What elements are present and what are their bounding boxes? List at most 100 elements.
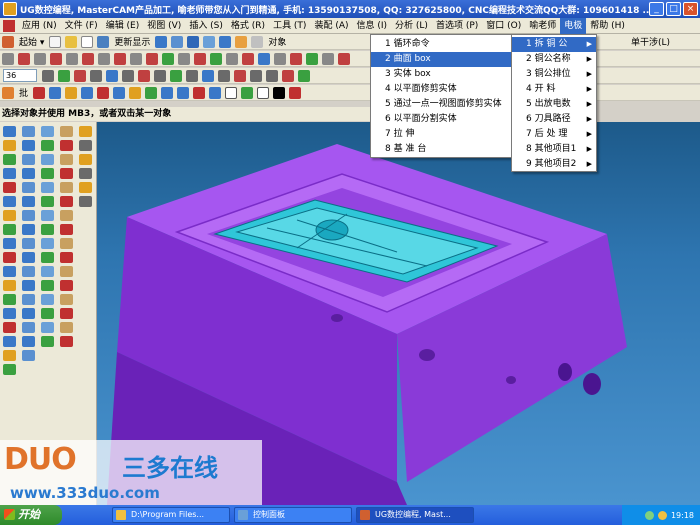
object-button[interactable]: 对象	[268, 35, 286, 48]
palette-through-curves-icon[interactable]	[41, 154, 54, 165]
palette-quilt-icon[interactable]	[41, 294, 54, 305]
pocket-icon[interactable]	[97, 86, 110, 99]
view-front-icon[interactable]	[187, 35, 200, 48]
palette-project-icon[interactable]	[60, 224, 73, 235]
palette-pocket-icon[interactable]	[22, 196, 35, 207]
shaded-icon[interactable]	[273, 86, 286, 99]
palette-edit-arc-icon[interactable]	[60, 308, 73, 319]
offset-curve-icon[interactable]	[146, 52, 158, 65]
open-folder-icon[interactable]	[65, 35, 78, 48]
tangent-icon[interactable]	[266, 69, 278, 82]
center-icon[interactable]	[106, 69, 118, 82]
menu-application[interactable]: 应用 (N)	[18, 18, 61, 34]
palette-wrap-icon[interactable]	[22, 336, 35, 347]
wireframe-icon[interactable]	[257, 86, 270, 99]
project-curve-icon[interactable]	[162, 52, 174, 65]
rectangle-icon[interactable]	[82, 52, 94, 65]
intersect-icon[interactable]	[274, 52, 286, 65]
palette-unite-icon[interactable]	[22, 252, 35, 263]
palette-spline-icon[interactable]	[60, 154, 73, 165]
body-icon[interactable]	[202, 69, 214, 82]
bridge-icon[interactable]	[178, 52, 190, 65]
extrude-icon[interactable]	[33, 86, 46, 99]
existing-point-icon[interactable]	[154, 69, 166, 82]
spline-icon[interactable]	[34, 52, 46, 65]
pad-icon[interactable]	[113, 86, 126, 99]
palette-swept-icon[interactable]	[41, 182, 54, 193]
hide-icon[interactable]	[289, 86, 302, 99]
menu-help[interactable]: 帮助 (H)	[586, 18, 629, 34]
extract-icon[interactable]	[258, 52, 270, 65]
line-icon[interactable]	[2, 52, 14, 65]
palette-boss-icon[interactable]	[22, 182, 35, 193]
fillet-icon[interactable]	[242, 52, 254, 65]
start-button[interactable]: 开始	[0, 505, 62, 525]
palette-join-curve-icon[interactable]	[60, 266, 73, 277]
select-filter-icon[interactable]	[42, 69, 54, 82]
submenu-item-electrode-layout[interactable]: 3 铜公排位 ▶	[512, 67, 596, 82]
batch-button[interactable]: 批	[19, 86, 28, 99]
palette-layer-icon[interactable]	[3, 140, 16, 151]
menu-preferences[interactable]: 首选项 (P)	[432, 18, 482, 34]
submenu-item-other-1[interactable]: 8 其他项目1 ▶	[512, 142, 596, 157]
menu-format[interactable]: 格式 (R)	[227, 18, 269, 34]
menu-window[interactable]: 窗口 (O)	[482, 18, 525, 34]
palette-mesh-icon[interactable]	[41, 168, 54, 179]
trim-curve-icon[interactable]	[194, 52, 206, 65]
endpoint-icon[interactable]	[74, 69, 86, 82]
palette-view-icon[interactable]	[3, 168, 16, 179]
chamfer-icon[interactable]	[177, 86, 190, 99]
palette-hole-icon[interactable]	[3, 182, 16, 193]
revolve-icon[interactable]	[49, 86, 62, 99]
arc-icon[interactable]	[18, 52, 30, 65]
isoparam-icon[interactable]	[306, 52, 318, 65]
box-icon[interactable]	[225, 86, 238, 99]
section-icon[interactable]	[290, 52, 302, 65]
view-iso-icon[interactable]	[171, 35, 184, 48]
maximize-button[interactable]: □	[666, 2, 681, 16]
palette-intersect-icon[interactable]	[22, 280, 35, 291]
palette-extension-icon[interactable]	[41, 238, 54, 249]
slot-icon[interactable]	[129, 86, 142, 99]
palette-sew-icon[interactable]	[3, 336, 16, 347]
scale-select[interactable]: 36	[3, 69, 37, 82]
submenu-item-material[interactable]: 4 开 料 ▶	[512, 82, 596, 97]
menu-item-loop-command[interactable]: 1 循环命令	[371, 37, 511, 52]
palette-subtract-icon[interactable]	[22, 266, 35, 277]
palette-bounded-plane-icon[interactable]	[41, 210, 54, 221]
palette-face-blend-icon[interactable]	[41, 252, 54, 263]
hole-icon[interactable]	[65, 86, 78, 99]
update-display-button[interactable]: 更新显示	[114, 35, 150, 48]
edit-icon[interactable]	[97, 35, 110, 48]
palette-replace-face-icon[interactable]	[41, 322, 54, 333]
palette-select-icon[interactable]	[3, 126, 16, 137]
face-icon[interactable]	[170, 69, 182, 82]
palette-patch-icon[interactable]	[3, 350, 16, 361]
palette-draft-icon[interactable]	[3, 280, 16, 291]
draft-icon[interactable]	[209, 86, 222, 99]
palette-measure-icon[interactable]	[79, 154, 92, 165]
submenu-item-split-electrode[interactable]: 1 拆 铜 公 ▶	[512, 37, 596, 52]
menu-insert[interactable]: 插入 (S)	[185, 18, 227, 34]
palette-arc-icon[interactable]	[60, 140, 73, 151]
palette-angle-icon[interactable]	[79, 182, 92, 193]
menu-electrode[interactable]: 电极	[560, 17, 587, 34]
palette-bridge-surface-icon[interactable]	[41, 266, 54, 277]
edge-icon[interactable]	[186, 69, 198, 82]
palette-divide-curve-icon[interactable]	[60, 280, 73, 291]
palette-block-icon[interactable]	[22, 126, 35, 137]
quadrant-icon[interactable]	[122, 69, 134, 82]
network-icon[interactable]	[644, 510, 654, 520]
curve-rule-icon[interactable]	[250, 69, 262, 82]
palette-trim-corner-icon[interactable]	[60, 294, 73, 305]
palette-combined-icon[interactable]	[60, 238, 73, 249]
divide-icon[interactable]	[226, 52, 238, 65]
menu-analysis[interactable]: 分析 (L)	[391, 18, 432, 34]
palette-dimension-icon[interactable]	[79, 140, 92, 151]
palette-sweep-icon[interactable]	[3, 224, 16, 235]
menu-tools[interactable]: 工具 (T)	[269, 18, 310, 34]
boss-icon[interactable]	[81, 86, 94, 99]
view-top-icon[interactable]	[203, 35, 216, 48]
helix-icon[interactable]	[322, 52, 334, 65]
color-icon[interactable]	[241, 86, 254, 99]
